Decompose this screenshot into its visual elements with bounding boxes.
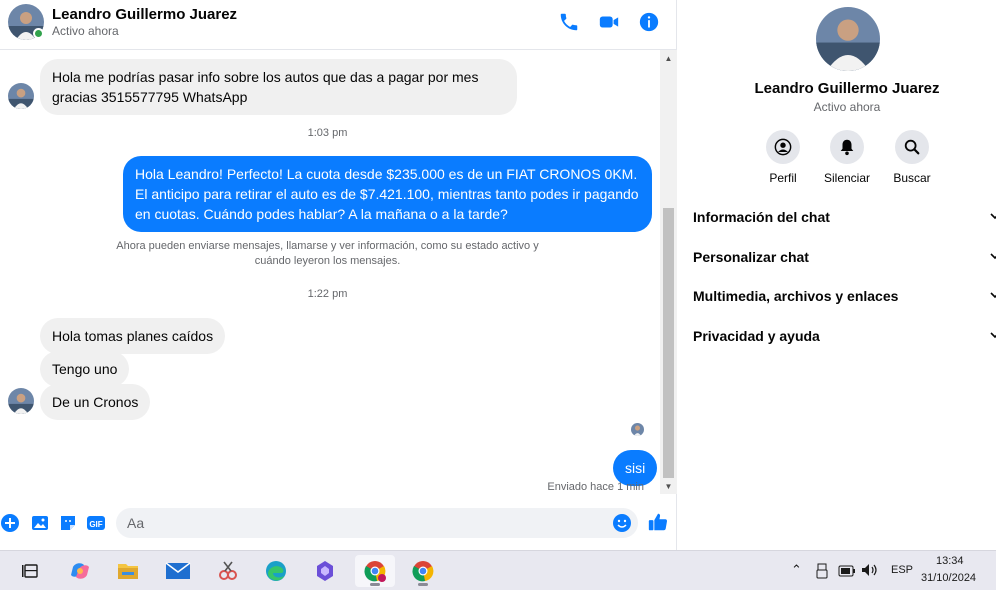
messenger-window: Leandro Guillermo Juarez Activo ahora Ho… xyxy=(0,0,996,550)
usb-device-icon[interactable] xyxy=(815,563,829,584)
svg-text:GIF: GIF xyxy=(89,520,102,529)
clock-time[interactable]: 13:34 xyxy=(936,555,964,567)
profile-avatar[interactable] xyxy=(816,7,880,71)
section-label: Privacidad y ayuda xyxy=(693,328,820,344)
timestamp: 1:03 pm xyxy=(307,127,348,139)
contact-status: Activo ahora xyxy=(52,24,119,38)
section-media-files[interactable]: Multimedia, archivos y enlaces xyxy=(693,288,996,308)
composer: GIF xyxy=(0,500,677,550)
chevron-down-icon xyxy=(990,292,996,299)
clock-date[interactable]: 31/10/2024 xyxy=(921,572,976,584)
running-indicator xyxy=(418,583,428,586)
chrome-icon[interactable] xyxy=(403,555,443,587)
system-note: Ahora pueden enviarse mensajes, llamarse… xyxy=(116,240,539,267)
mail-icon[interactable] xyxy=(158,555,198,587)
phone-icon[interactable] xyxy=(558,11,580,33)
gif-icon[interactable]: GIF xyxy=(86,513,106,533)
sticker-icon[interactable] xyxy=(58,513,78,533)
section-chat-info[interactable]: Información del chat xyxy=(693,209,996,229)
chat-header: Leandro Guillermo Juarez Activo ahora xyxy=(0,0,677,50)
section-privacy-help[interactable]: Privacidad y ayuda xyxy=(693,328,996,348)
plus-icon[interactable] xyxy=(0,513,20,533)
chrome-profile-icon[interactable] xyxy=(355,555,395,587)
incoming-message[interactable]: Tengo uno xyxy=(40,351,130,387)
volume-icon[interactable] xyxy=(861,563,879,582)
contact-name[interactable]: Leandro Guillermo Juarez xyxy=(52,6,237,23)
sender-avatar[interactable] xyxy=(8,83,34,109)
chevron-up-icon[interactable]: ⌃ xyxy=(791,562,802,578)
profile-status: Activo ahora xyxy=(813,100,881,114)
language-indicator[interactable]: ESP xyxy=(891,564,913,576)
chat-panel: Leandro Guillermo Juarez Activo ahora Ho… xyxy=(0,0,677,550)
scroll-thumb[interactable] xyxy=(663,208,674,478)
search-action[interactable]: Buscar xyxy=(872,130,952,185)
app-purple-icon[interactable] xyxy=(305,555,345,587)
sender-avatar[interactable] xyxy=(8,388,34,414)
image-icon[interactable] xyxy=(30,513,50,533)
section-label: Información del chat xyxy=(693,209,830,225)
sent-status: Enviado hace 1 min xyxy=(547,481,644,493)
search-icon[interactable] xyxy=(895,130,929,164)
emoji-icon[interactable] xyxy=(612,513,632,533)
message-scrollbar[interactable]: ▲ ▼ xyxy=(660,50,677,494)
snipping-tool-icon[interactable] xyxy=(208,555,248,587)
file-explorer-icon[interactable] xyxy=(108,555,148,587)
info-icon[interactable] xyxy=(638,11,660,33)
outgoing-message[interactable]: Hola Leandro! Perfecto! La cuota desde $… xyxy=(123,156,652,232)
section-label: Multimedia, archivos y enlaces xyxy=(693,288,899,304)
incoming-message[interactable]: Hola me podrías pasar info sobre los aut… xyxy=(40,59,517,115)
video-call-icon[interactable] xyxy=(598,11,620,33)
section-customize-chat[interactable]: Personalizar chat xyxy=(693,249,996,269)
copilot-icon[interactable] xyxy=(60,555,100,587)
section-label: Personalizar chat xyxy=(693,249,809,265)
message-input[interactable] xyxy=(116,508,638,538)
scroll-up-arrow[interactable]: ▲ xyxy=(660,52,677,66)
seen-indicator-avatar xyxy=(631,423,644,436)
search-label: Buscar xyxy=(893,171,931,185)
task-view-icon[interactable] xyxy=(10,555,50,587)
like-icon[interactable] xyxy=(647,511,669,533)
battery-icon[interactable] xyxy=(838,564,856,582)
running-indicator xyxy=(370,583,380,586)
chevron-down-icon xyxy=(990,213,996,220)
online-indicator xyxy=(33,28,44,39)
chevron-down-icon xyxy=(990,253,996,260)
incoming-message[interactable]: De un Cronos xyxy=(40,384,151,420)
windows-taskbar: ⌃ ESP 13:34 31/10/2024 xyxy=(0,550,996,590)
profile-name: Leandro Guillermo Juarez xyxy=(754,80,940,97)
chevron-down-icon xyxy=(990,332,996,339)
edge-icon[interactable] xyxy=(256,555,296,587)
incoming-message[interactable]: Hola tomas planes caídos xyxy=(40,318,226,354)
chat-info-panel: Leandro Guillermo Juarez Activo ahora Pe… xyxy=(678,0,996,550)
profile-icon[interactable] xyxy=(766,130,800,164)
bell-icon[interactable] xyxy=(830,130,864,164)
message-list[interactable]: Hola me podrías pasar info sobre los aut… xyxy=(0,50,660,500)
scroll-down-arrow[interactable]: ▼ xyxy=(660,480,677,494)
timestamp: 1:22 pm xyxy=(307,288,348,300)
